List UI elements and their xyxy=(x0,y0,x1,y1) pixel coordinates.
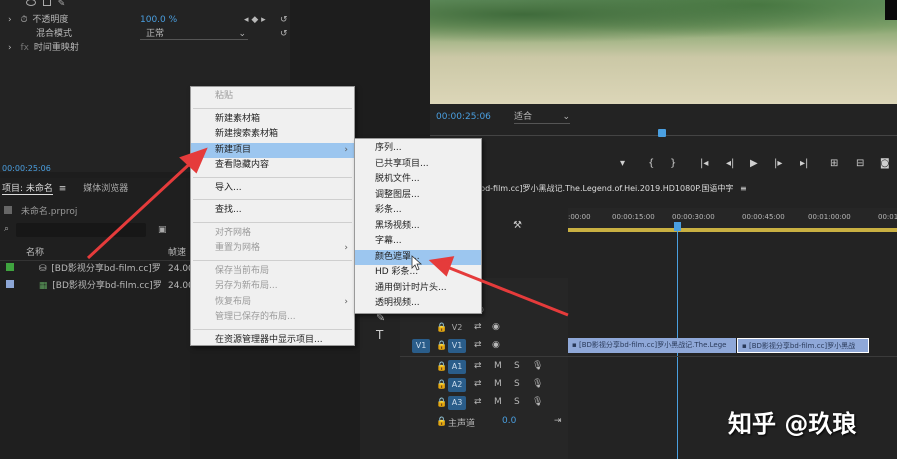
annotation-arrow xyxy=(86,156,198,260)
annotation-arrowhead xyxy=(428,256,455,277)
watermark: 知乎 @玖琅 xyxy=(728,410,857,438)
annotation-arrows xyxy=(86,147,569,317)
annotation-arrow xyxy=(441,263,569,317)
